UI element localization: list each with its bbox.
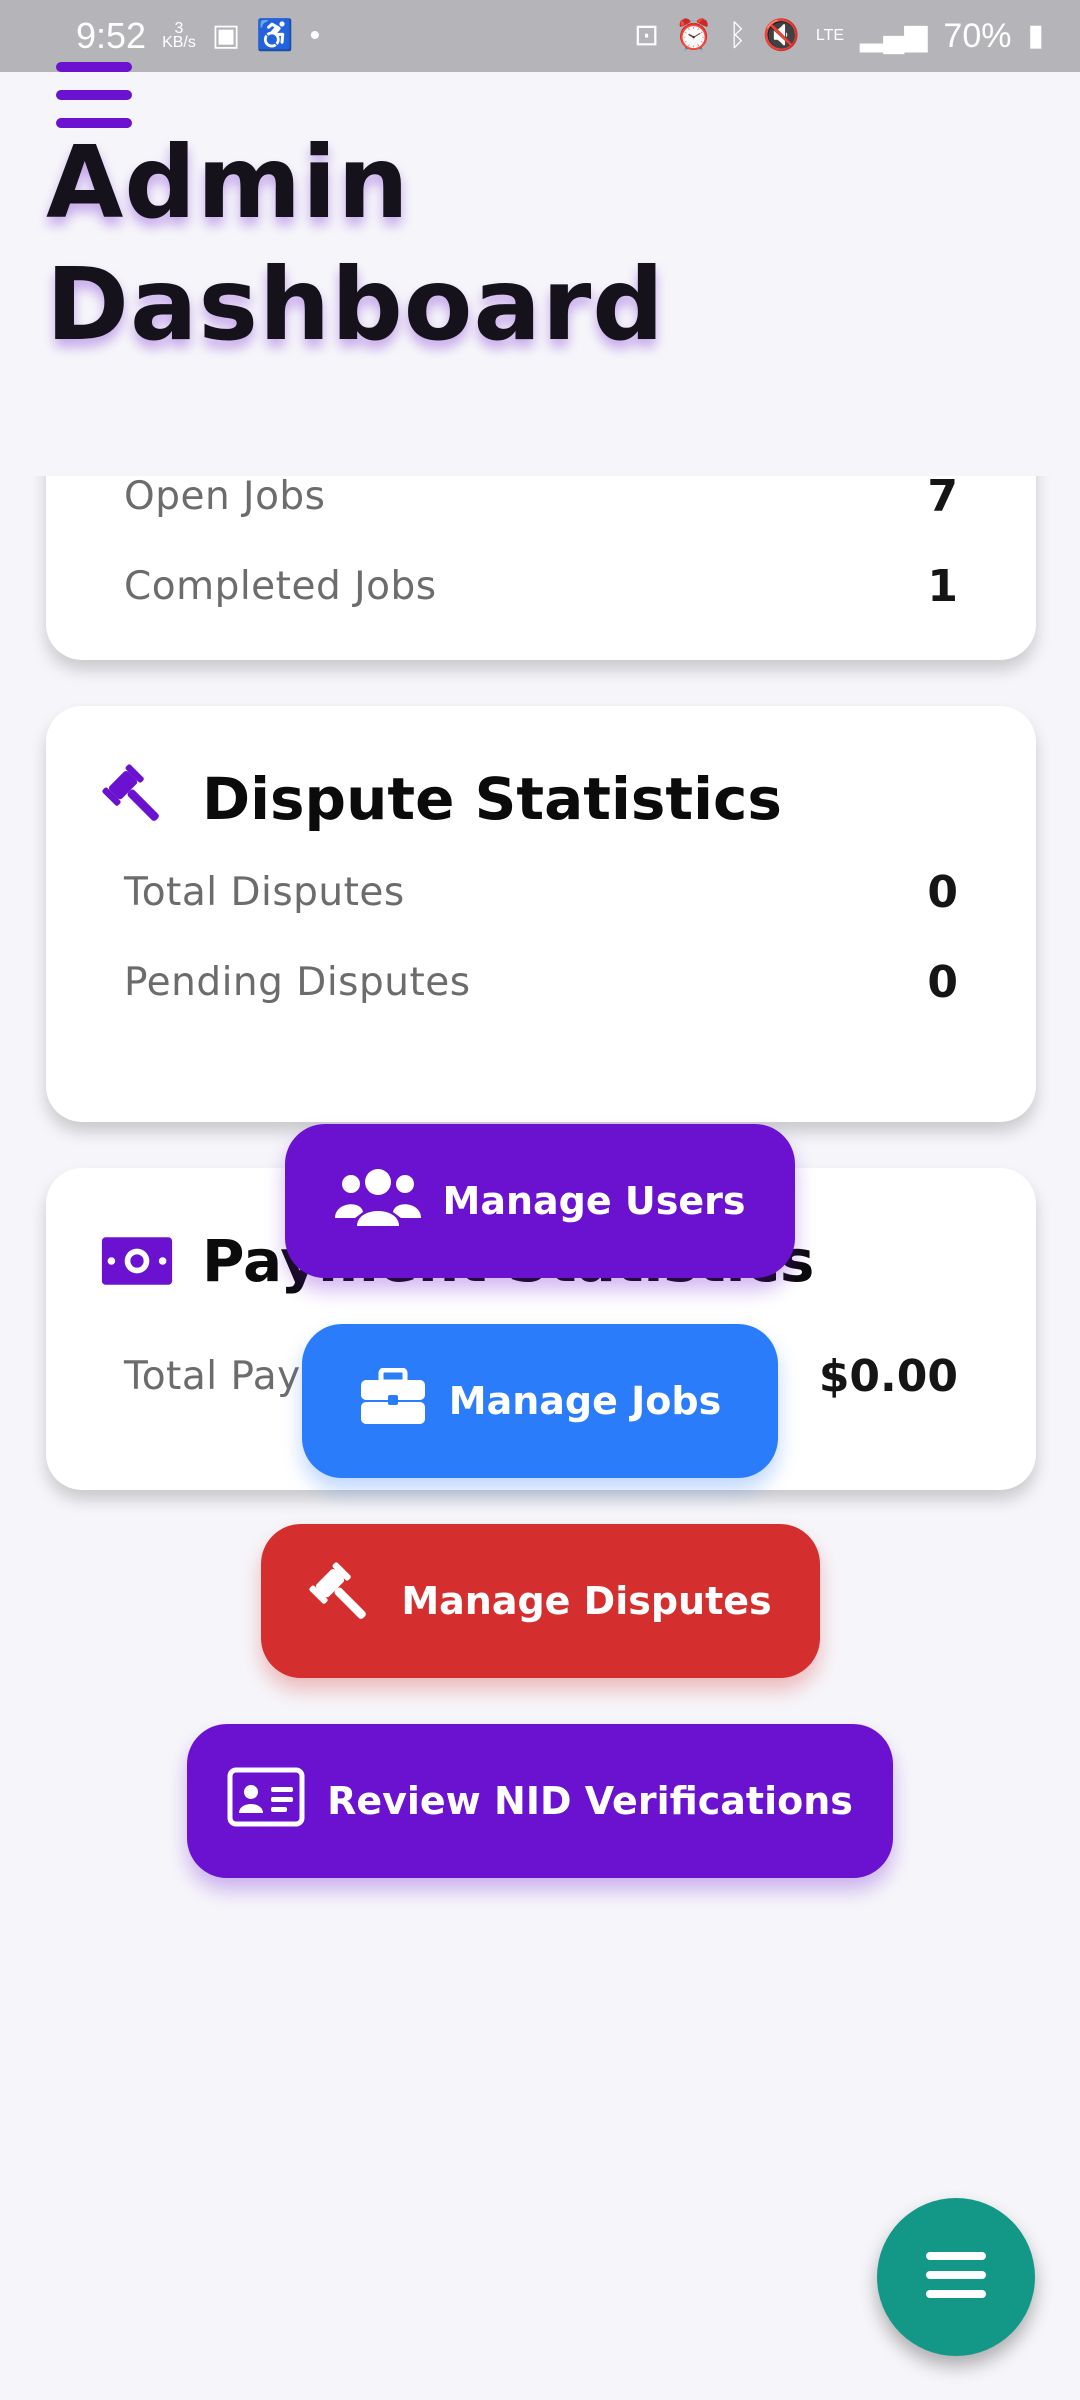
- stat-value: 1: [927, 560, 958, 612]
- hamburger-icon: [924, 2250, 988, 2304]
- dot-icon: •: [309, 19, 321, 52]
- manage-jobs-button[interactable]: Manage Jobs: [302, 1324, 778, 1478]
- battery-level: 70%: [943, 16, 1012, 55]
- card-title: Dispute Statistics: [202, 765, 782, 833]
- stat-value: 7: [927, 476, 958, 522]
- mute-icon: 🔇: [762, 19, 800, 52]
- page-title: Admin Dashboard: [46, 124, 665, 363]
- stat-label: Pending Disputes: [124, 959, 471, 1005]
- status-bar: 9:52 3 KB/s ▣ ♿ • ⊡ ⏰ ᛒ 🔇 LTE ▂▄▆ 70% ▮: [0, 0, 1080, 72]
- stat-value: 0: [927, 956, 958, 1008]
- gavel-icon: [309, 1561, 379, 1641]
- stat-row-total-disputes: Total Disputes 0: [124, 862, 958, 922]
- menu-bar: [56, 62, 132, 72]
- battery-icon: ▮: [1027, 19, 1044, 52]
- stat-label: Total Disputes: [124, 869, 405, 915]
- secure-folder-icon: ⊡: [634, 19, 660, 52]
- button-label: Manage Users: [442, 1179, 746, 1223]
- signal-icon: ▂▄▆: [860, 19, 928, 52]
- briefcase-icon: [359, 1367, 427, 1435]
- lte-icon: LTE: [815, 27, 845, 44]
- id-card-icon: [227, 1767, 305, 1836]
- net-speed: 3 KB/s: [162, 20, 196, 51]
- review-nid-verifications-button[interactable]: Review NID Verifications: [187, 1724, 893, 1878]
- manage-disputes-button[interactable]: Manage Disputes: [261, 1524, 820, 1678]
- gallery-icon: ▣: [211, 19, 241, 52]
- stat-label: Open Jobs: [124, 476, 326, 519]
- users-icon: [334, 1164, 421, 1239]
- money-bill-icon: [100, 1224, 174, 1298]
- status-time: 9:52: [76, 15, 147, 56]
- menu-bar: [56, 90, 132, 100]
- stat-row-open-jobs: Open Jobs 7: [124, 476, 958, 526]
- job-statistics-card: Open Jobs 7 Completed Jobs 1: [46, 476, 1036, 660]
- stat-label: Completed Jobs: [124, 563, 437, 609]
- dispute-statistics-card: Dispute Statistics Total Disputes 0 Pend…: [46, 706, 1036, 1122]
- manage-users-button[interactable]: Manage Users: [285, 1124, 795, 1278]
- button-label: Manage Disputes: [401, 1579, 772, 1623]
- bluetooth-icon: ᛒ: [728, 19, 747, 52]
- gavel-icon: [100, 762, 174, 836]
- menu-button[interactable]: [56, 62, 132, 128]
- fab-menu-button[interactable]: [877, 2198, 1035, 2356]
- accessibility-icon: ♿: [256, 19, 294, 52]
- stat-row-pending-disputes: Pending Disputes 0: [124, 952, 958, 1012]
- stat-row-completed-jobs: Completed Jobs 1: [124, 556, 958, 616]
- stat-value: $0.00: [818, 1350, 958, 1402]
- button-label: Review NID Verifications: [327, 1779, 853, 1823]
- card-header: Dispute Statistics: [100, 762, 782, 836]
- alarm-icon: ⏰: [675, 19, 713, 52]
- stat-value: 0: [927, 866, 958, 918]
- button-label: Manage Jobs: [448, 1379, 722, 1423]
